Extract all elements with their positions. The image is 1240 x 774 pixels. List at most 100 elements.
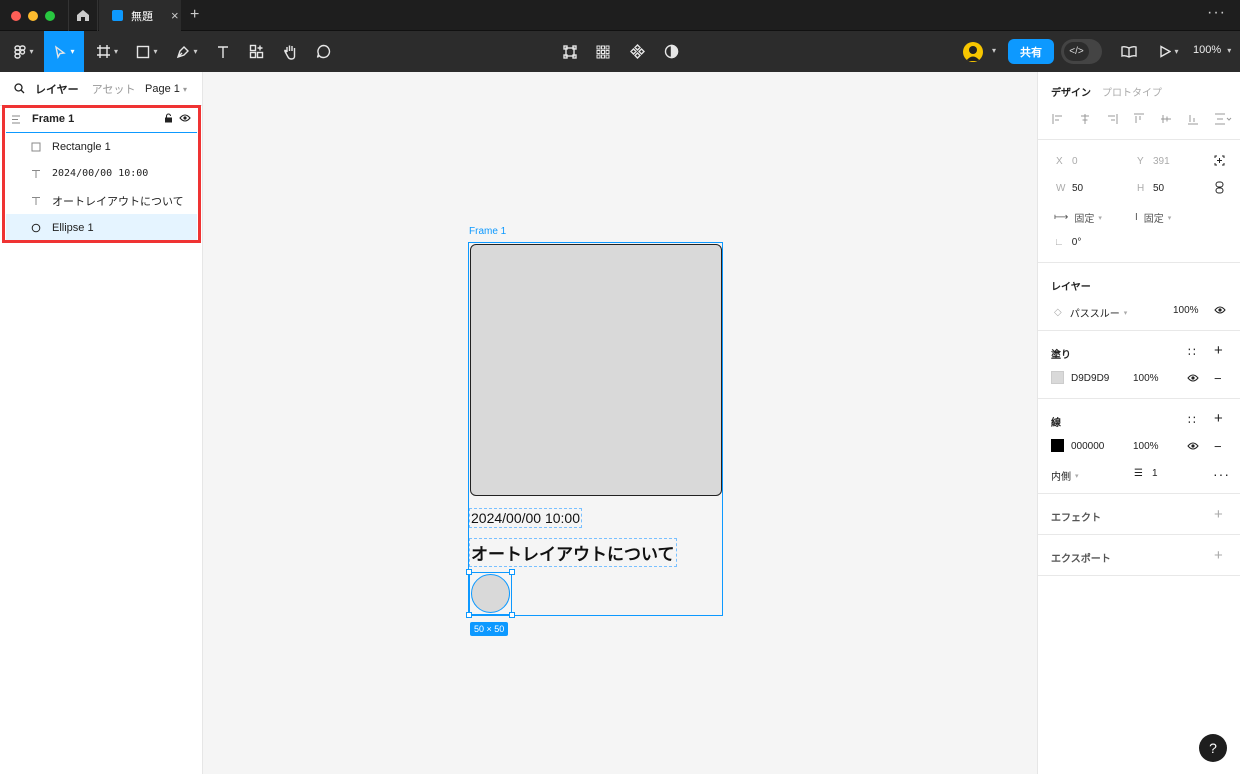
maximize-window-button[interactable] — [45, 11, 55, 21]
ellipse[interactable] — [471, 574, 510, 613]
stroke-section-title: 線 — [1051, 418, 1061, 429]
add-fill-icon[interactable]: + — [1214, 342, 1223, 359]
x-input[interactable]: 0 — [1072, 156, 1078, 167]
stroke-hex-input[interactable]: 000000 — [1071, 441, 1104, 452]
close-tab-button[interactable]: × — [171, 8, 179, 23]
y-input[interactable]: 391 — [1153, 156, 1170, 167]
resize-handle[interactable] — [509, 569, 515, 575]
play-icon — [1160, 45, 1172, 58]
align-top-icon[interactable] — [1133, 113, 1145, 125]
tab-assets[interactable]: アセット — [92, 81, 136, 97]
share-button[interactable]: 共有 — [1008, 39, 1054, 64]
stroke-weight-field[interactable]: ☰ 1 — [1134, 468, 1158, 479]
stroke-position-select[interactable]: 内側 ▾ — [1051, 468, 1079, 483]
resources-tool-button[interactable] — [243, 31, 269, 72]
x-label: X — [1056, 156, 1063, 167]
remove-stroke-icon[interactable]: − — [1214, 439, 1222, 454]
minimize-window-button[interactable] — [28, 11, 38, 21]
page-selector[interactable]: Page 1 ▾ — [145, 83, 187, 95]
frame[interactable]: 2024/00/00 10:00 オートレイアウトについて — [466, 242, 723, 618]
w-label: W — [1056, 183, 1066, 194]
canvas[interactable]: Frame 1 2024/00/00 10:00 オートレイアウトについて 50… — [203, 72, 1037, 774]
tab-layers[interactable]: レイヤー — [35, 81, 79, 97]
date-text[interactable]: 2024/00/00 10:00 — [469, 508, 582, 528]
h-label: H — [1137, 183, 1145, 194]
more-stroke-options-icon[interactable]: ··· — [1213, 466, 1230, 482]
resize-handle[interactable] — [466, 612, 472, 618]
ellipse-selection[interactable] — [466, 569, 515, 618]
frame-tool-button[interactable]: ▾ — [90, 31, 124, 72]
search-icon[interactable] — [14, 83, 25, 94]
eye-icon[interactable] — [1187, 442, 1199, 450]
comment-tool-button[interactable] — [310, 31, 336, 72]
library-button[interactable] — [1118, 31, 1140, 72]
hand-tool-button[interactable] — [277, 31, 303, 72]
home-tab[interactable] — [68, 0, 98, 31]
align-right-icon[interactable] — [1106, 113, 1118, 125]
stroke-opacity-input[interactable]: 100% — [1133, 441, 1159, 452]
fill-hex-input[interactable]: D9D9D9 — [1071, 373, 1109, 384]
comment-icon — [316, 44, 330, 59]
distribute-icon[interactable] — [1214, 113, 1232, 125]
close-window-button[interactable] — [11, 11, 21, 21]
layer-opacity-input[interactable]: 100% — [1173, 305, 1199, 316]
eye-icon[interactable] — [1187, 374, 1199, 382]
tab-design[interactable]: デザイン — [1051, 84, 1091, 99]
fill-opacity-input[interactable]: 100% — [1133, 373, 1159, 384]
mask-button[interactable] — [659, 31, 683, 72]
eye-icon[interactable] — [1214, 306, 1226, 314]
rectangle[interactable] — [470, 244, 722, 496]
new-tab-button[interactable]: + — [190, 6, 199, 24]
vertical-sizing[interactable]: I 固定 ▾ — [1135, 210, 1171, 225]
text-tool-button[interactable] — [210, 31, 236, 72]
add-export-icon[interactable]: + — [1214, 547, 1223, 564]
shape-tool-button[interactable]: ▾ — [130, 31, 164, 72]
blend-mode-select[interactable]: ◇ パススルー ▾ — [1054, 305, 1127, 320]
dev-mode-toggle[interactable]: </> — [1061, 39, 1102, 64]
link-proportions-icon[interactable] — [1215, 181, 1224, 194]
hand-icon — [283, 45, 295, 60]
align-center-icon[interactable] — [1079, 113, 1091, 125]
rotation-value: 0° — [1071, 237, 1082, 248]
align-bottom-icon[interactable] — [1187, 113, 1199, 125]
help-button[interactable]: ? — [1199, 734, 1227, 762]
style-grid-icon[interactable]: ∷ — [1188, 413, 1196, 427]
remove-fill-icon[interactable]: − — [1214, 371, 1222, 386]
zoom-level[interactable]: 100% ▾ — [1193, 44, 1231, 56]
main-menu-button[interactable]: ▾ — [6, 31, 42, 72]
text-icon — [218, 45, 228, 58]
w-input[interactable]: 50 — [1072, 183, 1083, 194]
user-avatar[interactable] — [963, 42, 983, 62]
style-grid-icon[interactable]: ∷ — [1188, 345, 1196, 359]
present-button[interactable]: ▾ — [1155, 31, 1183, 72]
rotation-icon: ∟ — [1054, 237, 1064, 248]
h-input[interactable]: 50 — [1153, 183, 1164, 194]
grid-layout-button[interactable] — [591, 31, 615, 72]
horizontal-sizing[interactable]: ⟼ 固定 ▾ — [1054, 210, 1102, 225]
add-effect-icon[interactable]: + — [1214, 506, 1223, 523]
align-middle-icon[interactable] — [1160, 113, 1172, 125]
tab-prototype[interactable]: プロトタイプ — [1102, 84, 1162, 99]
layer-section: レイヤー ◇ パススルー ▾ 100% — [1038, 263, 1240, 331]
pen-tool-button[interactable]: ▾ — [170, 31, 204, 72]
constraints-icon[interactable] — [1214, 155, 1225, 166]
effects-section-title: エフェクト — [1051, 513, 1101, 524]
fill-swatch[interactable] — [1051, 371, 1064, 384]
rotation-field[interactable]: ∟ 0° — [1054, 237, 1081, 248]
edit-object-button[interactable] — [558, 31, 582, 72]
add-stroke-icon[interactable]: + — [1214, 410, 1223, 427]
file-tab-title: 無題 — [131, 10, 153, 23]
cursor-icon — [55, 44, 67, 59]
move-tool-button[interactable]: ▾ — [44, 31, 84, 72]
file-tab[interactable]: 無題 × — [99, 0, 181, 31]
more-options-icon[interactable]: ··· — [1207, 4, 1226, 22]
resize-handle[interactable] — [509, 612, 515, 618]
stroke-swatch[interactable] — [1051, 439, 1064, 452]
resize-handle[interactable] — [466, 569, 472, 575]
heading-text[interactable]: オートレイアウトについて — [469, 538, 677, 567]
figma-logo-icon — [14, 44, 27, 59]
align-left-icon[interactable] — [1052, 113, 1064, 125]
frame-label[interactable]: Frame 1 — [469, 226, 506, 237]
component-button[interactable] — [625, 31, 649, 72]
chevron-down-icon[interactable]: ▾ — [992, 46, 996, 55]
